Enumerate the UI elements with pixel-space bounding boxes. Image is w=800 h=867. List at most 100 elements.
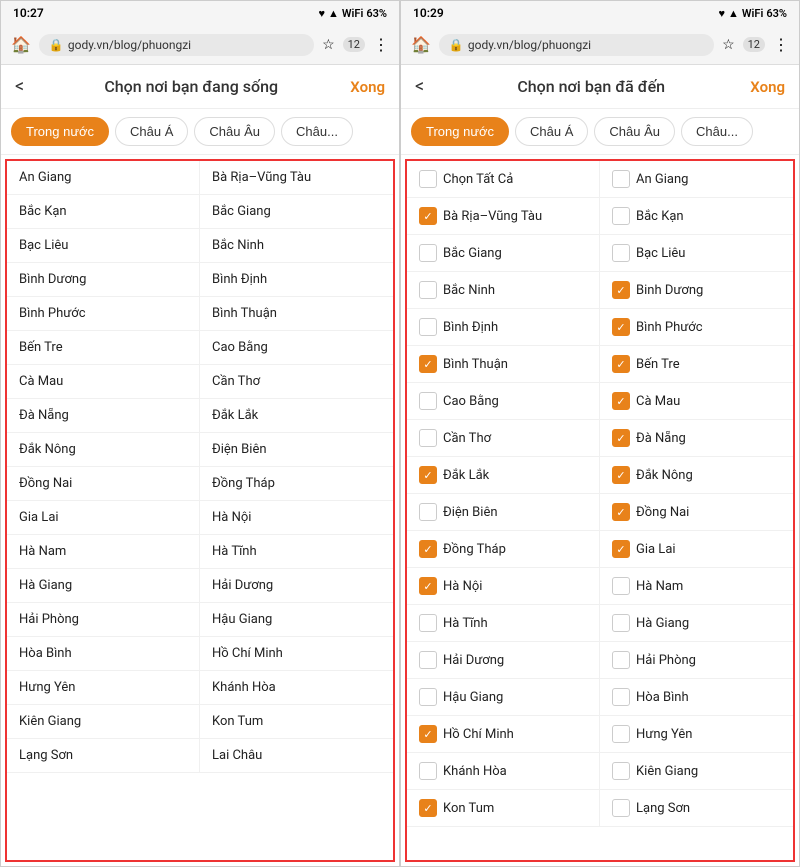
list-item[interactable]: ✓Cà Mau [600,383,793,420]
list-item[interactable]: ✓Đắk Nông [600,457,793,494]
list-item[interactable]: Bình Phước [7,297,200,331]
list-item[interactable]: Hà Nam [600,568,793,605]
list-item[interactable]: ✓Bến Tre [600,346,793,383]
home-icon-left[interactable]: 🏠 [11,35,31,54]
list-item[interactable]: Hậu Giang [200,603,393,637]
list-item[interactable]: Bắc Kạn [600,198,793,235]
list-item[interactable]: Bạc Liêu [7,229,200,263]
checkbox[interactable]: ✓ [612,503,630,521]
tab-badge-left[interactable]: 12 [343,37,365,52]
checkbox[interactable] [419,651,437,669]
checkbox[interactable]: ✓ [419,466,437,484]
checkbox[interactable] [419,318,437,336]
list-item[interactable]: Kon Tum [200,705,393,739]
list-item[interactable]: Hải Phòng [600,642,793,679]
checkbox[interactable]: ✓ [612,540,630,558]
list-item[interactable]: Cần Thơ [200,365,393,399]
list-item[interactable]: Hồ Chí Minh [200,637,393,671]
list-item[interactable]: Bắc Ninh [200,229,393,263]
checkbox[interactable]: ✓ [612,281,630,299]
list-item[interactable]: Đồng Nai [7,467,200,501]
tab-trong-nuoc-left[interactable]: Trong nước [11,117,109,146]
list-item[interactable]: Hưng Yên [600,716,793,753]
list-item[interactable]: Kiên Giang [600,753,793,790]
list-item[interactable]: ✓Bình Phước [600,309,793,346]
checkbox[interactable]: ✓ [419,355,437,373]
list-item[interactable]: Đắk Nông [7,433,200,467]
checkbox[interactable]: ✓ [419,577,437,595]
checkbox[interactable] [419,762,437,780]
list-item[interactable]: Bạc Liêu [600,235,793,272]
list-item[interactable]: Bình Thuận [200,297,393,331]
list-item[interactable]: Hà Tĩnh [200,535,393,569]
list-item[interactable]: ✓Hà Nội [407,568,600,605]
list-item[interactable]: Điện Biên [200,433,393,467]
list-item[interactable]: Bắc Ninh [407,272,600,309]
list-item[interactable]: Cao Bằng [407,383,600,420]
list-item[interactable]: Hà Giang [7,569,200,603]
list-item[interactable]: Bắc Giang [407,235,600,272]
checkbox[interactable] [419,392,437,410]
list-item[interactable]: Bắc Giang [200,195,393,229]
list-item[interactable]: ✓Đà Nẵng [600,420,793,457]
list-item[interactable]: ✓Đắk Lắk [407,457,600,494]
checkbox[interactable]: ✓ [419,725,437,743]
list-item[interactable]: ✓Binh Dương [600,272,793,309]
list-item[interactable]: ✓Bình Thuận [407,346,600,383]
list-item[interactable]: ✓Bà Rịa–Vũng Tàu [407,198,600,235]
checkbox[interactable] [419,688,437,706]
list-item[interactable]: Cà Mau [7,365,200,399]
tab-other-right[interactable]: Châu... [681,117,753,146]
checkbox[interactable]: ✓ [612,355,630,373]
checkbox[interactable] [612,725,630,743]
list-item[interactable]: Bà Rịa–Vũng Tàu [200,161,393,195]
tab-badge-right[interactable]: 12 [743,37,765,52]
tab-other-left[interactable]: Châu... [281,117,353,146]
list-item[interactable]: Lai Châu [200,739,393,773]
list-item[interactable]: Khánh Hòa [407,753,600,790]
list-item[interactable]: Kiên Giang [7,705,200,739]
checkbox[interactable]: ✓ [612,466,630,484]
checkbox[interactable] [612,614,630,632]
list-item[interactable]: Lạng Sơn [600,790,793,827]
list-item[interactable]: Điện Biên [407,494,600,531]
list-item[interactable]: Cao Bằng [200,331,393,365]
menu-icon-left[interactable]: ⋮ [373,35,389,54]
list-item[interactable]: Bình Định [200,263,393,297]
list-item[interactable]: ✓Đồng Tháp [407,531,600,568]
list-item[interactable]: Hưng Yên [7,671,200,705]
checkbox[interactable] [612,244,630,262]
list-item[interactable]: An Giang [7,161,200,195]
list-item[interactable]: Đồng Tháp [200,467,393,501]
checkbox[interactable] [612,207,630,225]
checkbox[interactable]: ✓ [419,207,437,225]
list-item[interactable]: ✓Kon Tum [407,790,600,827]
checkbox[interactable]: ✓ [419,540,437,558]
list-item[interactable]: Chọn Tất Cả [407,161,600,198]
list-item[interactable]: Bình Định [407,309,600,346]
checkbox[interactable] [419,281,437,299]
done-button-left[interactable]: Xong [350,78,385,96]
tab-chau-a-left[interactable]: Châu Á [115,117,188,146]
list-item[interactable]: ✓Gia Lai [600,531,793,568]
checkbox[interactable] [419,503,437,521]
checkbox[interactable]: ✓ [612,429,630,447]
back-button-left[interactable]: < [15,76,24,97]
list-item[interactable]: Hải Dương [407,642,600,679]
list-item[interactable]: Hải Dương [200,569,393,603]
list-item[interactable]: Bến Tre [7,331,200,365]
tab-trong-nuoc-right[interactable]: Trong nước [411,117,509,146]
list-item[interactable]: Cần Thơ [407,420,600,457]
checkbox[interactable]: ✓ [612,392,630,410]
home-icon-right[interactable]: 🏠 [411,35,431,54]
list-item[interactable]: Hà Tĩnh [407,605,600,642]
list-item[interactable]: ✓Hồ Chí Minh [407,716,600,753]
list-item[interactable]: Gia Lai [7,501,200,535]
checkbox[interactable] [419,244,437,262]
list-item[interactable]: Hà Giang [600,605,793,642]
checkbox[interactable] [612,688,630,706]
list-item[interactable]: Hà Nội [200,501,393,535]
tab-chau-au-left[interactable]: Châu Âu [194,117,275,146]
list-item[interactable]: Đắk Lắk [200,399,393,433]
checkbox[interactable] [612,762,630,780]
